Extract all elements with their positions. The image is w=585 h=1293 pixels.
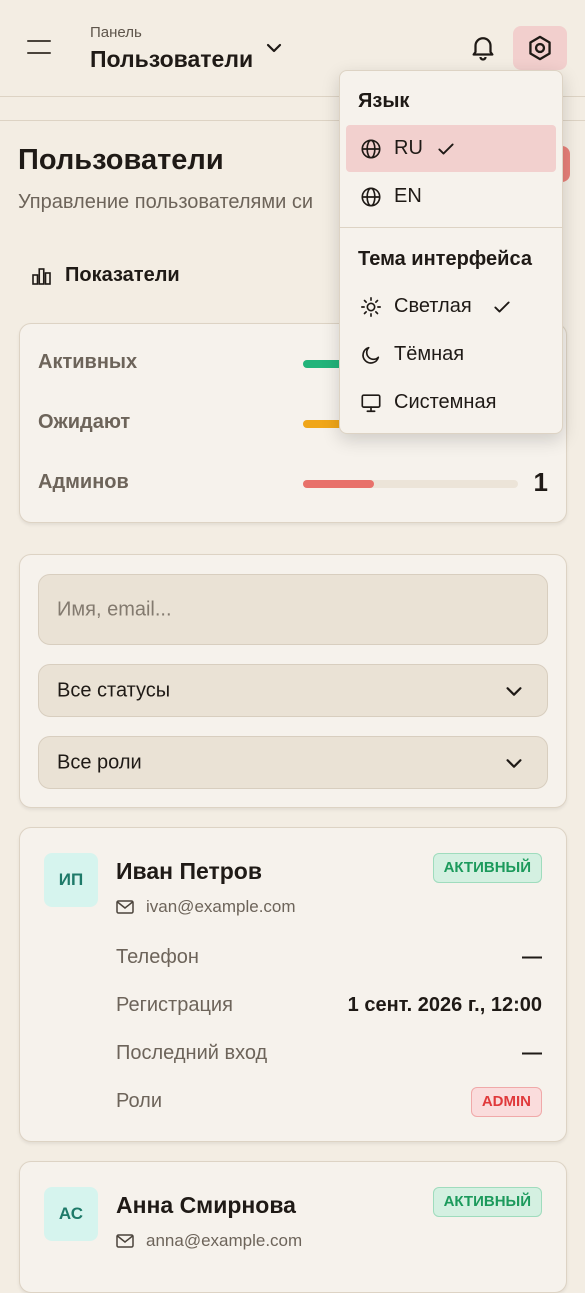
menu-divider bbox=[340, 227, 562, 228]
phone-row: Телефон — bbox=[116, 946, 542, 974]
user-email-text: anna@example.com bbox=[146, 1231, 303, 1250]
bar-chart-icon bbox=[32, 267, 51, 285]
chevron-down-icon bbox=[506, 758, 522, 768]
role-select[interactable]: Все роли bbox=[38, 736, 548, 789]
metric-track bbox=[303, 480, 518, 488]
settings-button[interactable] bbox=[513, 26, 567, 70]
user-card[interactable]: АС Анна Смирнова anna@example.com АКТИВН… bbox=[19, 1161, 567, 1293]
language-option-label: EN bbox=[394, 185, 422, 207]
mail-icon bbox=[116, 1234, 134, 1248]
metrics-heading-label: Показатели bbox=[65, 264, 180, 286]
avatar: ИП bbox=[44, 853, 98, 907]
metric-label: Ожидают bbox=[38, 411, 131, 433]
theme-option-system[interactable]: Системная bbox=[346, 379, 556, 426]
theme-option-label: Светлая bbox=[394, 295, 472, 317]
status-badge: АКТИВНЫЙ bbox=[432, 1187, 542, 1217]
breadcrumb-parent[interactable]: Панель bbox=[90, 24, 142, 41]
status-select[interactable]: Все статусы bbox=[38, 664, 548, 717]
last-login-label: Последний вход bbox=[116, 1042, 268, 1064]
user-card[interactable]: ИП Иван Петров ivan@example.com АКТИВНЫЙ… bbox=[19, 827, 567, 1142]
page-title: Пользователи bbox=[18, 144, 224, 176]
theme-option-label: Системная bbox=[394, 391, 497, 413]
user-email: anna@example.com bbox=[116, 1231, 302, 1251]
registered-value: 1 сент. 2026 г., 12:00 bbox=[347, 994, 542, 1016]
search-placeholder: Имя, email... bbox=[57, 598, 172, 620]
globe-icon bbox=[361, 187, 381, 207]
theme-option-label: Тёмная bbox=[394, 343, 465, 365]
breadcrumb-current: Пользователи bbox=[90, 46, 254, 72]
theme-option-light[interactable]: Светлая bbox=[346, 283, 556, 330]
moon-icon bbox=[362, 346, 380, 364]
user-name: Иван Петров bbox=[116, 858, 262, 884]
metric-count: 1 bbox=[533, 467, 548, 497]
registered-label: Регистрация bbox=[116, 994, 233, 1016]
phone-value: — bbox=[522, 946, 542, 968]
menu-icon[interactable] bbox=[27, 38, 51, 56]
metric-label: Активных bbox=[38, 351, 138, 373]
sun-icon bbox=[361, 297, 381, 317]
settings-menu: Язык RU EN Тема интерфейса Светлая Тёмна… bbox=[339, 70, 563, 434]
avatar: АС bbox=[44, 1187, 98, 1241]
theme-option-dark[interactable]: Тёмная bbox=[346, 331, 556, 378]
user-email-text: ivan@example.com bbox=[146, 897, 296, 916]
gear-icon bbox=[529, 35, 551, 61]
page-subtitle: Управление пользователями си bbox=[18, 191, 314, 213]
monitor-icon bbox=[361, 394, 381, 413]
status-badge: АКТИВНЫЙ bbox=[432, 853, 542, 883]
last-login-row: Последний вход — bbox=[116, 1042, 542, 1070]
user-name: Анна Смирнова bbox=[116, 1192, 296, 1218]
metrics-heading: Показатели bbox=[32, 264, 180, 287]
metric-label: Админов bbox=[38, 471, 129, 493]
language-option-ru[interactable]: RU bbox=[346, 125, 556, 172]
search-input[interactable]: Имя, email... bbox=[38, 574, 548, 645]
role-badge: ADMIN bbox=[470, 1087, 542, 1117]
phone-label: Телефон bbox=[116, 946, 199, 968]
check-icon bbox=[438, 143, 454, 155]
registered-row: Регистрация 1 сент. 2026 г., 12:00 bbox=[116, 994, 542, 1022]
status-select-value: Все статусы bbox=[57, 679, 171, 701]
role-select-value: Все роли bbox=[57, 751, 142, 773]
language-title: Язык bbox=[358, 90, 410, 112]
check-icon bbox=[494, 301, 510, 313]
metric-fill bbox=[303, 480, 374, 488]
filters-card: Имя, email... Все статусы Все роли bbox=[19, 554, 567, 808]
globe-icon bbox=[361, 139, 381, 159]
chevron-down-icon[interactable] bbox=[262, 36, 286, 60]
bell-icon[interactable] bbox=[468, 32, 498, 62]
last-login-value: — bbox=[522, 1042, 542, 1064]
roles-label: Роли bbox=[116, 1090, 162, 1112]
theme-title: Тема интерфейса bbox=[358, 248, 532, 270]
language-option-en[interactable]: EN bbox=[346, 173, 556, 220]
chevron-down-icon bbox=[506, 686, 522, 696]
language-option-label: RU bbox=[394, 137, 423, 159]
user-email: ivan@example.com bbox=[116, 897, 296, 917]
metric-row: Админов 1 bbox=[38, 467, 548, 499]
mail-icon bbox=[116, 900, 134, 914]
